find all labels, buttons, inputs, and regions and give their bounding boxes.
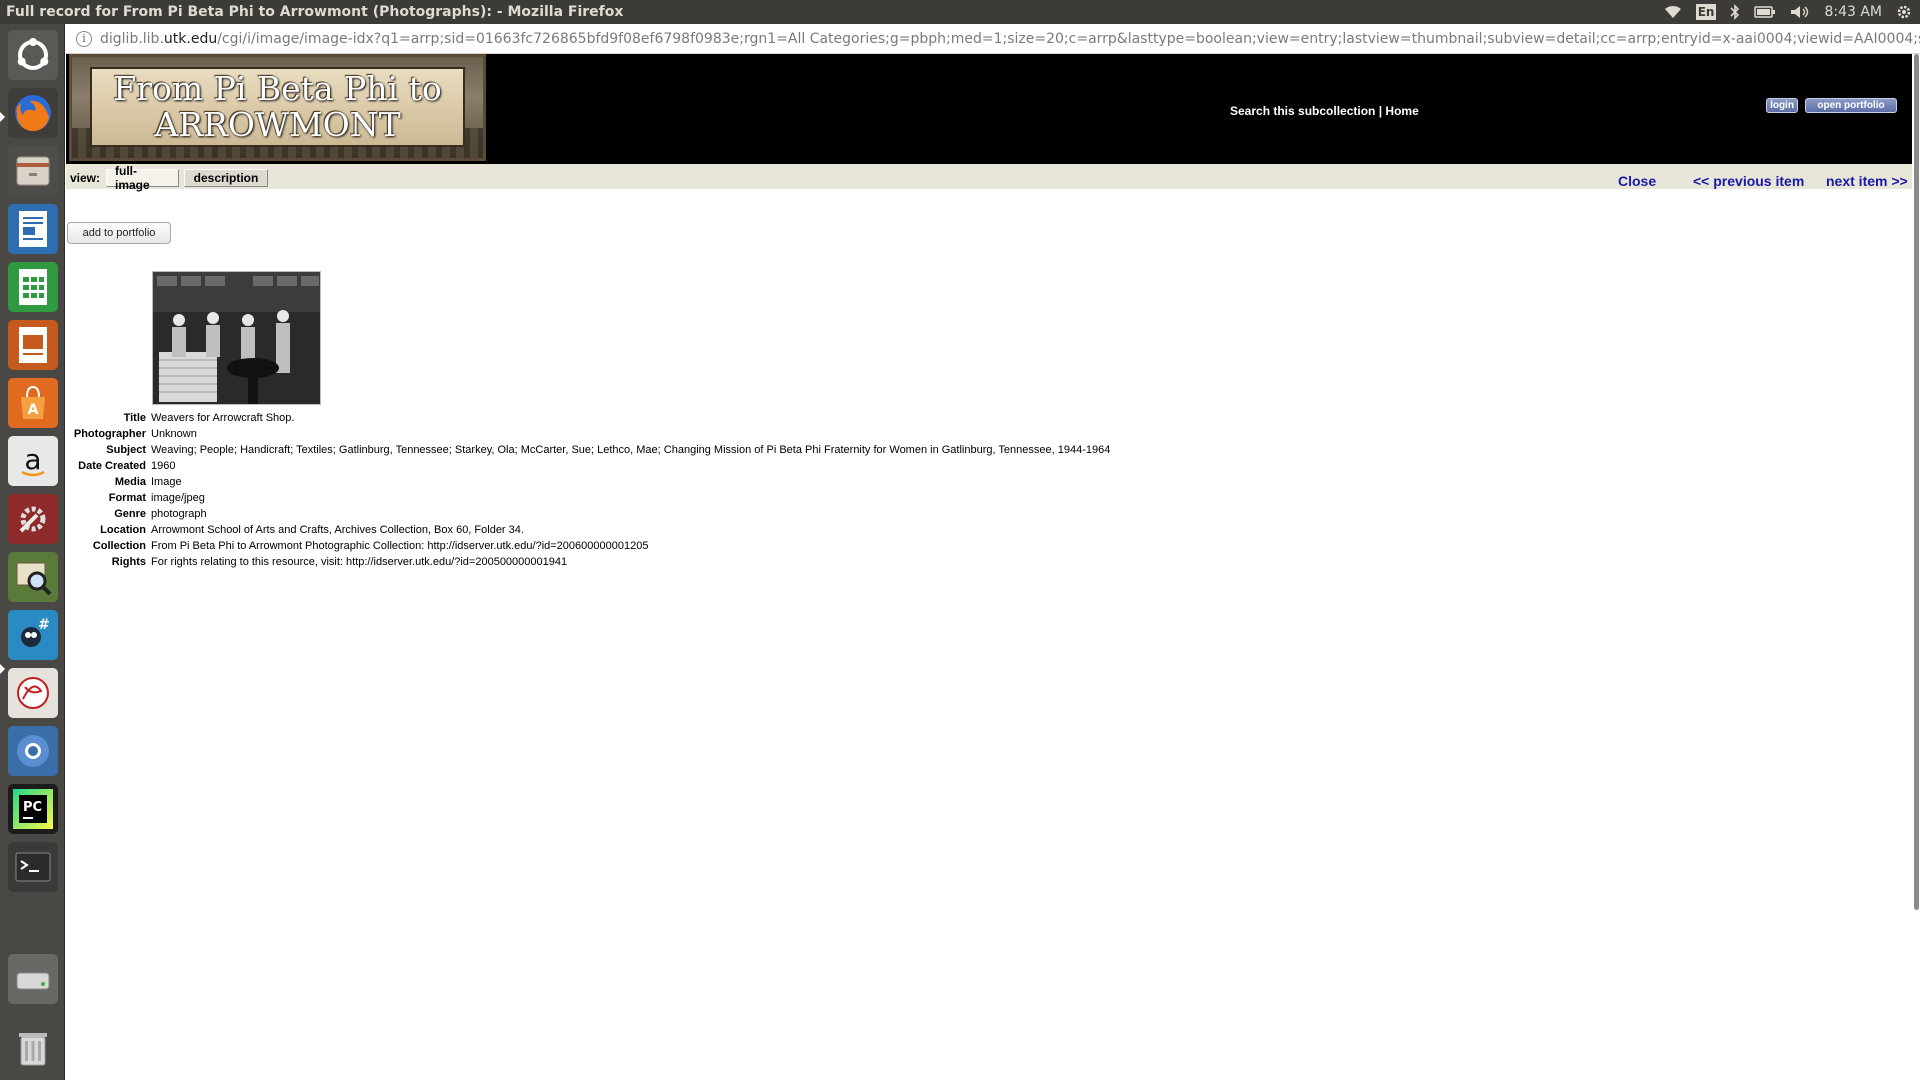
terminal-icon[interactable]: [8, 842, 58, 892]
metadata-label: Rights: [111, 556, 146, 568]
page-scrollbar-thumb[interactable]: [1914, 54, 1919, 910]
metadata-label: Format: [108, 492, 146, 504]
pycharm-icon[interactable]: PC: [8, 784, 58, 834]
volume-icon[interactable]: [1790, 0, 1810, 24]
wifi-icon[interactable]: [1664, 0, 1682, 24]
metadata-value: From Pi Beta Phi to Arrowmont Photograph…: [151, 540, 649, 552]
url-prefix: diglib.lib.: [100, 30, 164, 47]
metadata-value: image/jpeg: [151, 492, 205, 504]
view-toolbar: view: full-image description Close << pr…: [66, 164, 1912, 192]
header-links: Search this subcollection | Home: [1230, 104, 1419, 118]
running-indicator: [0, 112, 5, 122]
unity-launcher: A a # PC: [0, 24, 65, 1080]
page-scrollbar[interactable]: [1913, 54, 1920, 1080]
calc-icon[interactable]: [8, 262, 58, 312]
metadata-label: Location: [100, 524, 146, 536]
metadata-value: Weavers for Arrowcraft Shop.: [151, 412, 295, 424]
metadata-label: Title: [123, 412, 146, 424]
view-label: view:: [70, 171, 101, 185]
svg-text:a: a: [24, 443, 41, 476]
logo-line-2: ARROWMONT: [154, 105, 401, 144]
gear-icon[interactable]: [1896, 0, 1912, 24]
battery-icon[interactable]: [1754, 0, 1776, 24]
site-logo[interactable]: From Pi Beta Phi to ARROWMONT: [69, 54, 486, 161]
system-tray: En 8:43 AM: [1664, 0, 1912, 24]
svg-text:A: A: [28, 402, 39, 418]
search-subcollection-link[interactable]: Search this subcollection: [1230, 104, 1375, 118]
web-page: From Pi Beta Phi to ARROWMONT Search thi…: [66, 54, 1920, 1080]
metadata-label: Collection: [92, 540, 146, 552]
running-indicator: [0, 664, 5, 674]
metadata-value: Image: [151, 476, 182, 488]
header-link-separator: |: [1378, 104, 1383, 118]
full-image-tab[interactable]: full-image: [106, 164, 179, 192]
metadata-label: Media: [114, 476, 146, 488]
amazon-icon[interactable]: a: [8, 436, 58, 486]
address-bar[interactable]: i diglib.lib.utk.edu/cgi/i/image/image-i…: [66, 24, 1920, 54]
top-panel: Full record for From Pi Beta Phi to Arro…: [0, 0, 1920, 24]
description-tab[interactable]: description: [184, 169, 268, 187]
metadata-value: photograph: [151, 508, 207, 520]
impress-icon[interactable]: [8, 320, 58, 370]
clock[interactable]: 8:43 AM: [1824, 0, 1882, 24]
site-info-icon[interactable]: i: [76, 30, 92, 47]
pdf-reader-icon[interactable]: [8, 668, 58, 718]
bird-app-icon[interactable]: #: [8, 610, 58, 660]
svg-text:PC: PC: [23, 800, 42, 815]
home-link[interactable]: Home: [1385, 104, 1418, 118]
keyboard-layout-indicator[interactable]: En: [1695, 0, 1717, 24]
close-link[interactable]: Close: [1618, 173, 1656, 189]
previous-item-link[interactable]: << previous item: [1693, 173, 1804, 189]
url-field[interactable]: diglib.lib.utk.edu/cgi/i/image/image-idx…: [100, 31, 1920, 47]
next-item-link[interactable]: next item >>: [1826, 173, 1908, 189]
metadata-label: Date Created: [78, 460, 146, 472]
writer-icon[interactable]: [8, 204, 58, 254]
login-button[interactable]: login: [1766, 98, 1798, 113]
metadata-label: Genre: [114, 508, 146, 520]
metadata-value: 1960: [151, 460, 176, 472]
image-viewer-icon[interactable]: [8, 552, 58, 602]
drive-icon[interactable]: [8, 954, 58, 1004]
ubuntu-home-icon[interactable]: [8, 30, 58, 80]
system-settings-icon[interactable]: [8, 494, 58, 544]
chromium-icon[interactable]: [8, 726, 58, 776]
url-domain: utk.edu: [163, 30, 218, 47]
add-to-portfolio-button[interactable]: add to portfolio: [67, 222, 171, 244]
trash-icon[interactable]: [8, 1022, 58, 1072]
url-path: /cgi/i/image/image-idx?q1=arrp;sid=01663…: [217, 30, 1920, 47]
files-icon[interactable]: [8, 146, 58, 196]
metadata-value: Unknown: [151, 428, 197, 440]
site-header: From Pi Beta Phi to ARROWMONT Search thi…: [66, 54, 1912, 164]
svg-text:#: #: [38, 617, 50, 633]
metadata-label: Photographer: [73, 428, 146, 440]
software-center-icon[interactable]: A: [8, 378, 58, 428]
logo-line-1: From Pi Beta Phi to: [113, 69, 442, 108]
metadata-value: For rights relating to this resource, vi…: [151, 556, 568, 568]
open-portfolio-button[interactable]: open portfolio: [1805, 98, 1897, 113]
bluetooth-icon[interactable]: [1730, 0, 1740, 24]
record-thumbnail-image[interactable]: [152, 271, 321, 405]
logo-plaque: From Pi Beta Phi to ARROWMONT: [90, 67, 465, 147]
firefox-icon[interactable]: [8, 88, 58, 138]
metadata-value: Weaving; People; Handicraft; Textiles; G…: [151, 444, 1111, 456]
language-label: En: [1695, 4, 1717, 20]
metadata-value: Arrowmont School of Arts and Crafts, Arc…: [151, 524, 524, 536]
window-title: Full record for From Pi Beta Phi to Arro…: [6, 4, 624, 20]
metadata-label: Subject: [106, 444, 146, 456]
